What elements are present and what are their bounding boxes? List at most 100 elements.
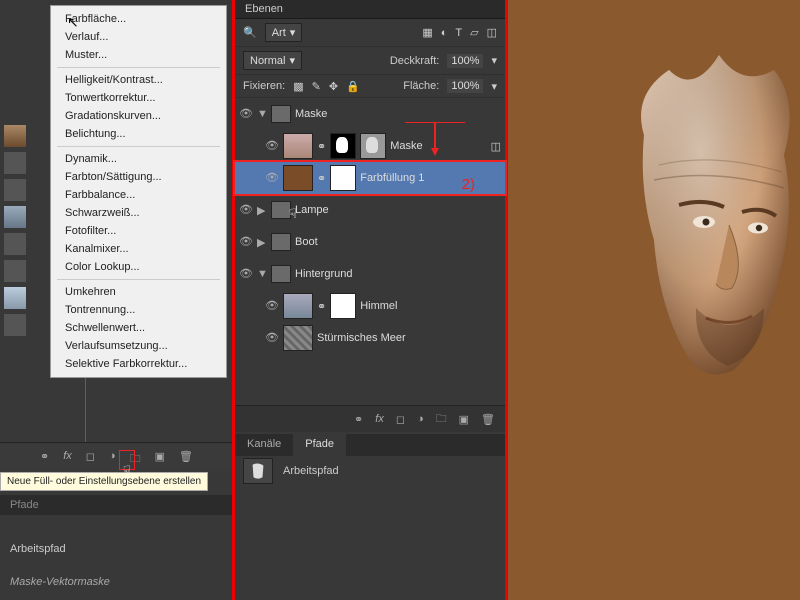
menu-gradmap[interactable]: Verlaufsumsetzung... <box>51 337 226 355</box>
filter-smart-icon[interactable]: ◫ <box>487 26 497 39</box>
folder-icon[interactable] <box>4 152 26 174</box>
folder-icon[interactable] <box>4 233 26 255</box>
layer-thumb[interactable] <box>283 165 313 191</box>
menu-threshold[interactable]: Schwellenwert... <box>51 319 226 337</box>
tab-paths[interactable]: Pfade <box>293 434 346 456</box>
history-thumb[interactable] <box>4 206 26 228</box>
path-thumb <box>243 458 273 484</box>
menu-colorbalance[interactable]: Farbbalance... <box>51 186 226 204</box>
mask-icon[interactable]: ◻ <box>86 450 95 464</box>
link-icon[interactable]: ⚭ <box>354 413 363 426</box>
folder-icon[interactable] <box>4 314 26 336</box>
link-icon[interactable]: ⚭ <box>40 450 49 464</box>
adjustment-layer-menu: Farbfläche... Verlauf... Muster... Helli… <box>50 5 227 378</box>
layer-thumb[interactable] <box>283 293 313 319</box>
hand-cursor-icon: ☟ <box>289 206 297 222</box>
layer-mask-thumb[interactable] <box>330 165 356 191</box>
panel-tabs: Pfade <box>0 495 232 515</box>
adjustment-icon[interactable]: ◑ <box>417 413 424 425</box>
fx-icon[interactable]: fx <box>375 413 384 425</box>
visibility-icon[interactable]: 👁 <box>265 331 279 345</box>
new-icon[interactable]: ▣ <box>459 413 469 426</box>
link-icon[interactable]: ⚭ <box>317 140 326 153</box>
filter-kind[interactable]: Art ▾ <box>265 23 303 42</box>
menu-vibrance[interactable]: Dynamik... <box>51 150 226 168</box>
visibility-icon[interactable]: 👁 <box>265 299 279 313</box>
vector-mask-thumb[interactable] <box>360 133 386 159</box>
filter-pixel-icon[interactable]: ▦ <box>422 26 432 39</box>
adjustment-icon[interactable]: ◑ <box>109 450 116 464</box>
lock-all-icon[interactable]: 🔒 <box>346 80 360 93</box>
folder-icon[interactable] <box>4 260 26 282</box>
lock-transparent-icon[interactable]: ▩ <box>293 80 303 93</box>
tab-paths[interactable]: Pfade <box>0 496 49 514</box>
filter-adjust-icon[interactable]: ◐ <box>441 27 448 39</box>
path-name: Arbeitspfad <box>10 543 66 555</box>
layer-label: Lampe <box>295 204 329 216</box>
disclosure-icon[interactable]: ▶ <box>257 236 267 249</box>
menu-pattern[interactable]: Muster... <box>51 46 226 64</box>
disclosure-icon[interactable]: ▼ <box>257 108 267 120</box>
layer-label: Himmel <box>360 300 397 312</box>
trash-icon[interactable]: 🗑 <box>179 450 193 464</box>
menu-channelmixer[interactable]: Kanalmixer... <box>51 240 226 258</box>
canvas <box>508 0 800 600</box>
mask-icon[interactable]: ◻ <box>396 413 405 426</box>
layer-thumb[interactable] <box>283 325 313 351</box>
layers-footer-bar: ⚭ fx ◻ ◑ 🗀 ▣ 🗑 <box>235 405 505 432</box>
layer-mask-thumb[interactable] <box>330 133 356 159</box>
history-thumb[interactable] <box>4 125 26 147</box>
mask-path-name: Maske-Vektormaske <box>10 576 110 588</box>
menu-bw[interactable]: Schwarzweiß... <box>51 204 226 222</box>
visibility-icon[interactable]: 👁 <box>239 203 253 217</box>
menu-brightness[interactable]: Helligkeit/Kontrast... <box>51 71 226 89</box>
menu-levels[interactable]: Tonwertkorrektur... <box>51 89 226 107</box>
layer-group-lampe[interactable]: 👁 ▶ Lampe <box>235 194 505 226</box>
folder-icon[interactable]: 🗀 <box>436 410 447 429</box>
layer-group-boot[interactable]: 👁 ▶ Boot <box>235 226 505 258</box>
menu-photofilter[interactable]: Fotofilter... <box>51 222 226 240</box>
disclosure-icon[interactable]: ▶ <box>257 204 267 217</box>
blend-mode[interactable]: Normal ▾ <box>243 51 302 70</box>
layer-thumb[interactable] <box>283 133 313 159</box>
lock-move-icon[interactable]: ✥ <box>329 80 338 93</box>
path-row[interactable]: Arbeitspfad <box>235 454 505 488</box>
annotation-arrow-2 <box>405 122 465 142</box>
lock-paint-icon[interactable]: ✎ <box>312 80 321 93</box>
layer-mask-thumb[interactable] <box>330 293 356 319</box>
fill-value[interactable]: 100% <box>447 79 483 93</box>
menu-hue[interactable]: Farbton/Sättigung... <box>51 168 226 186</box>
opacity-value[interactable]: 100% <box>447 54 483 68</box>
visibility-icon[interactable]: 👁 <box>265 139 279 153</box>
layer-group-hintergrund[interactable]: 👁 ▼ Hintergrund <box>235 258 505 290</box>
filter-type-icon[interactable]: T <box>455 27 462 39</box>
menu-colorlookup[interactable]: Color Lookup... <box>51 258 226 276</box>
visibility-icon[interactable]: 👁 <box>239 235 253 249</box>
cursor-icon: ↖ <box>67 14 79 31</box>
fx-icon[interactable]: fx <box>63 450 72 464</box>
disclosure-icon[interactable]: ▼ <box>257 268 267 280</box>
tab-channels[interactable]: Kanäle <box>235 434 293 456</box>
fill-label: Fläche: <box>403 80 439 92</box>
search-icon[interactable]: 🔍 <box>243 26 257 39</box>
filter-shape-icon[interactable]: ▱ <box>470 26 478 39</box>
layer-himmel[interactable]: 👁 ⚭ Himmel <box>235 290 505 322</box>
link-icon[interactable]: ⚭ <box>317 172 326 185</box>
menu-invert[interactable]: Umkehren <box>51 283 226 301</box>
visibility-icon[interactable]: 👁 <box>239 267 253 281</box>
visibility-icon[interactable]: 👁 <box>239 107 253 121</box>
folder-icon[interactable] <box>4 179 26 201</box>
trash-icon[interactable]: 🗑 <box>481 413 495 426</box>
menu-selectivecolor[interactable]: Selektive Farbkorrektur... <box>51 355 226 373</box>
visibility-icon[interactable]: 👁 <box>265 171 279 185</box>
menu-posterize[interactable]: Tontrennung... <box>51 301 226 319</box>
new-icon[interactable]: ▣ <box>155 450 165 464</box>
menu-exposure[interactable]: Belichtung... <box>51 125 226 143</box>
link-icon[interactable]: ⚭ <box>317 300 326 313</box>
filter-icon[interactable]: ◫ <box>491 140 501 153</box>
layers-footer-bar: ⚭ fx ◻ ◑ 🗀 ▣ 🗑 <box>0 442 232 471</box>
history-thumb[interactable] <box>4 287 26 309</box>
layer-label: Stürmisches Meer <box>317 332 406 344</box>
layer-meer[interactable]: 👁 Stürmisches Meer <box>235 322 505 354</box>
menu-curves[interactable]: Gradationskurven... <box>51 107 226 125</box>
